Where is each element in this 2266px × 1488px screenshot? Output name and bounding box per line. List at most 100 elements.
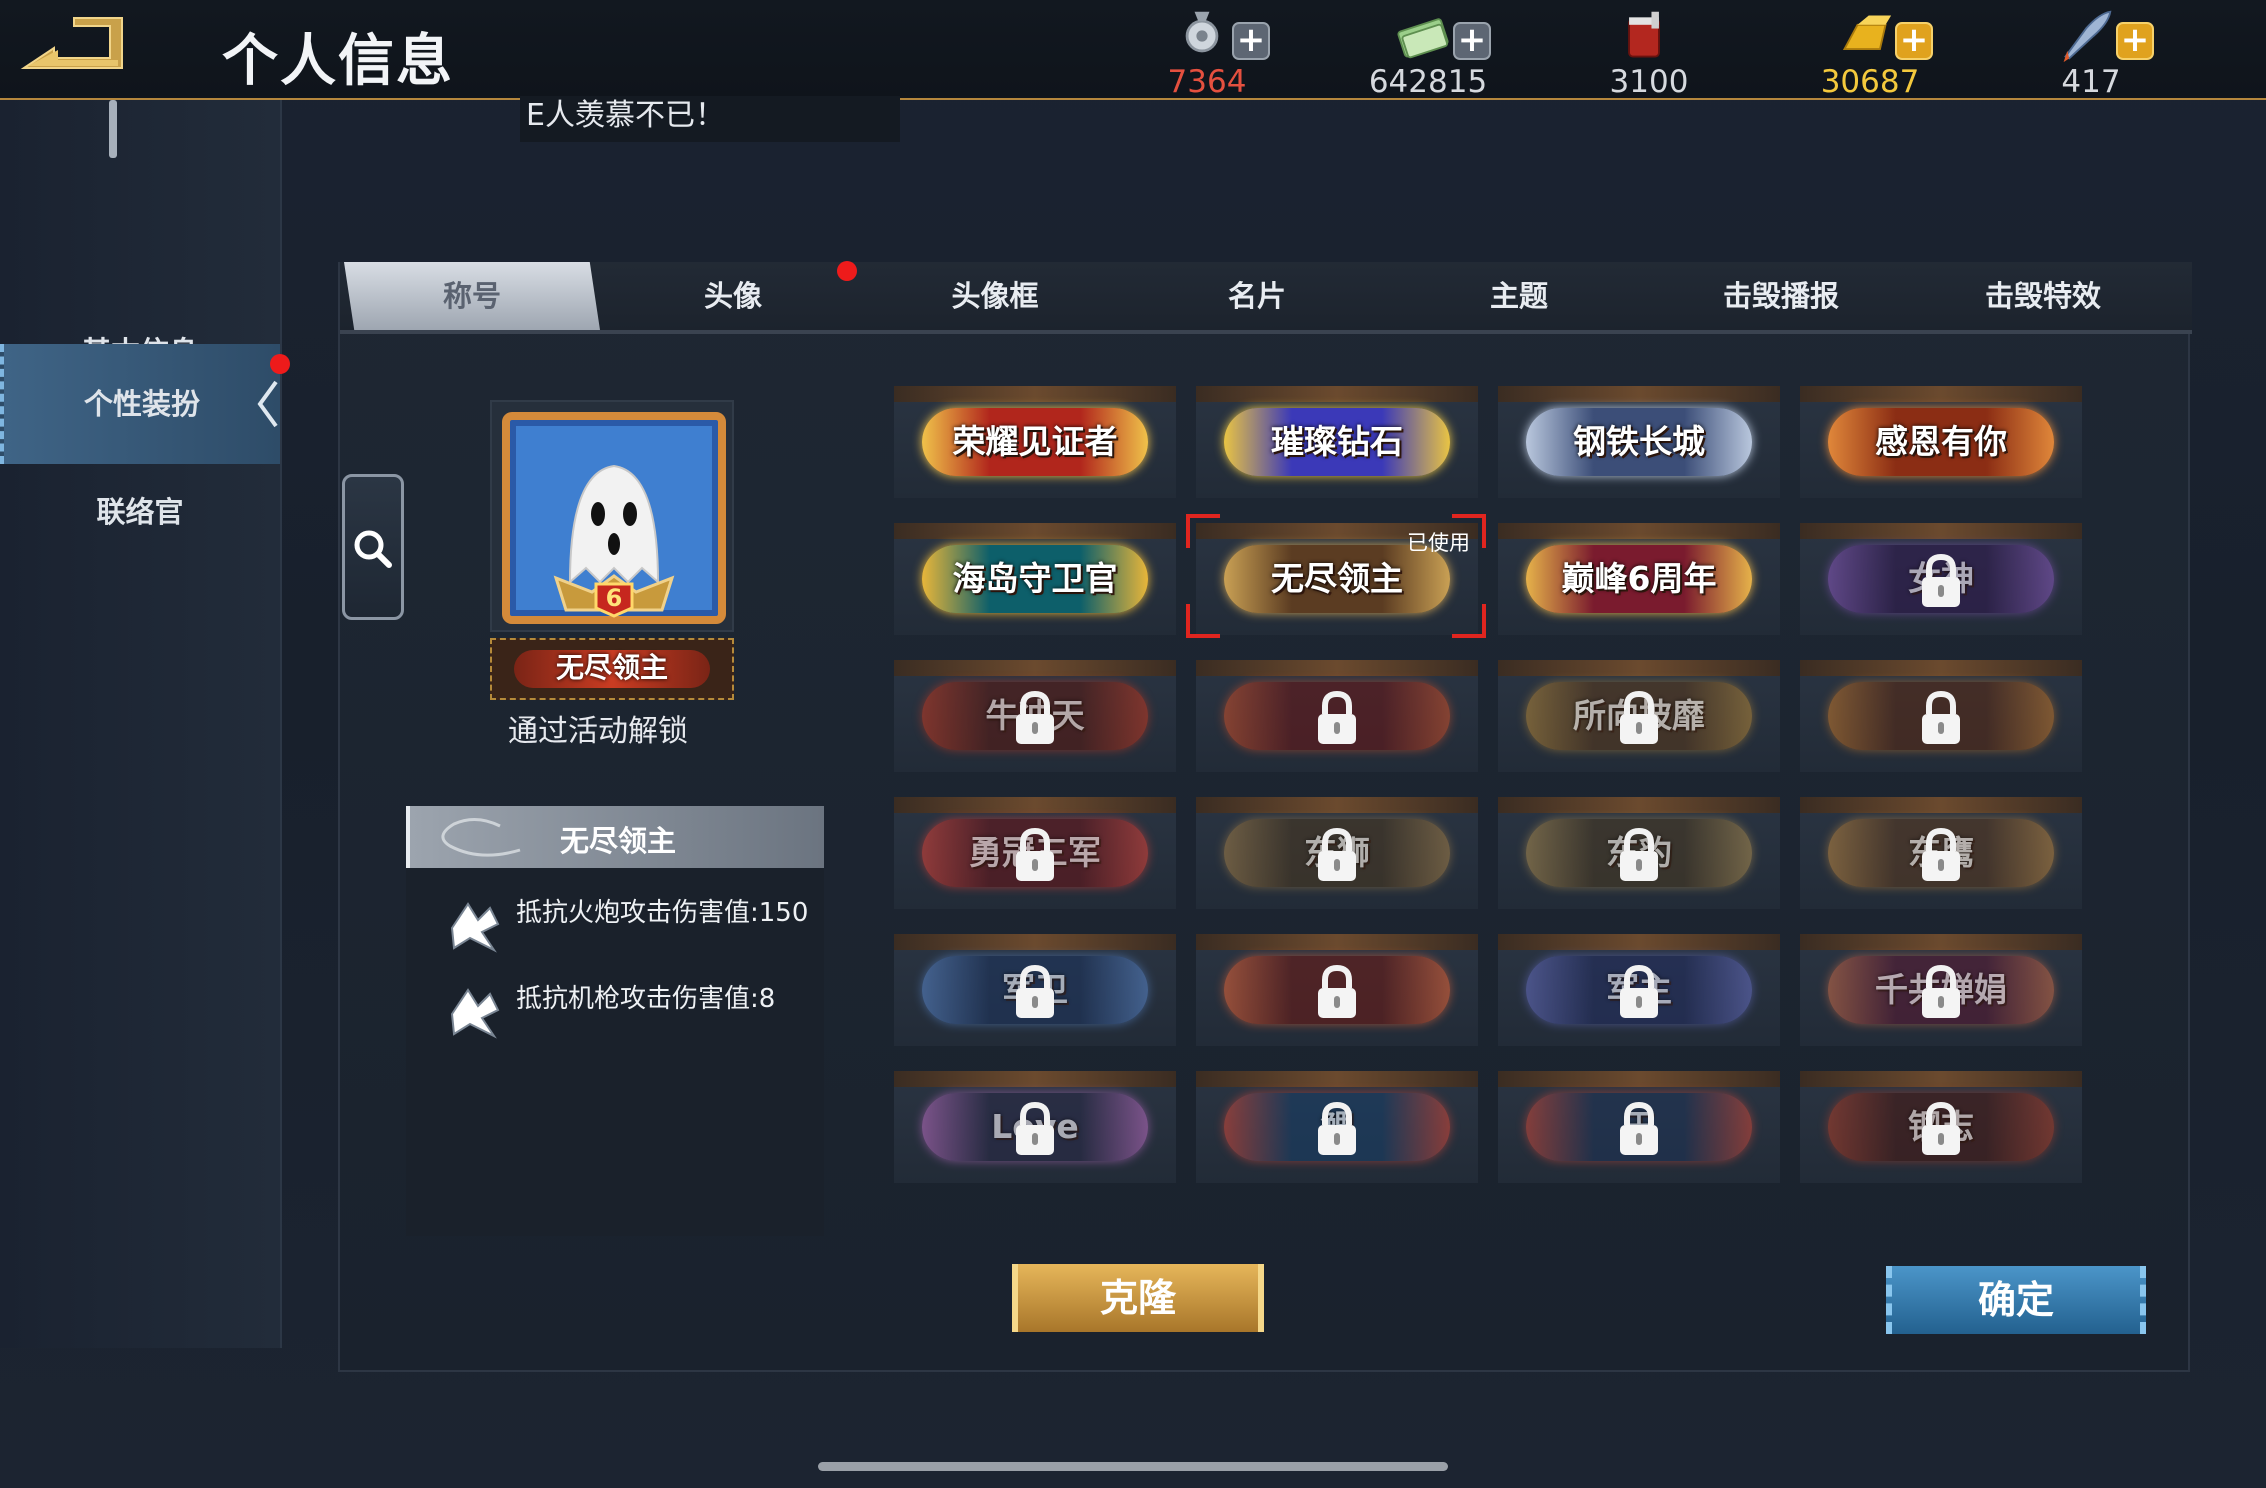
title-item[interactable]: 感恩有你 [1800,386,2082,498]
title-item[interactable]: 海岛守卫官 [894,523,1176,635]
title-item[interactable]: 钢志 [1800,1071,2082,1183]
title-item[interactable]: 千共婵娟 [1800,934,2082,1046]
home-indicator[interactable] [818,1462,1448,1471]
resource-value: 417 [2061,64,2121,100]
title-item[interactable]: 无尽领主 已使用 [1196,523,1478,635]
lock-icon [1318,690,1356,744]
rocket-icon [2063,10,2112,63]
lock-icon [1620,690,1658,744]
confirm-button[interactable]: 确定 [1886,1266,2146,1334]
tab-namecard[interactable]: 名片 [1126,262,1388,330]
title-item[interactable]: 东狮 [1196,797,1478,909]
title-item[interactable]: 军卫 [894,934,1176,1046]
title-item[interactable] [1196,660,1478,772]
lock-icon [1922,553,1960,607]
unlock-caption: 通过活动解锁 [508,714,688,749]
tab-kill-broadcast[interactable]: 击毁播报 [1650,262,1912,330]
add-resource-button[interactable]: + [1232,22,1270,60]
lock-icon [1922,827,1960,881]
top-bar: 个人信息 +7364 +642815 3100 +30687 +417 [0,0,2266,100]
equipped-title-badge: 无尽领主 [490,638,734,700]
cash-icon [1397,18,1449,59]
lock-icon [1620,1101,1658,1155]
resource-value: 7364 [1167,64,1247,100]
title-label: 感恩有你 [1875,422,2007,461]
title-item[interactable]: Love [894,1071,1176,1183]
back-arrow-icon [20,17,123,69]
resource-gold-bar: +30687 [1775,6,1975,100]
title-label: 海岛守卫官 [952,559,1118,598]
search-icon [354,530,392,568]
chevron-left-icon [257,380,278,428]
title-item[interactable]: 东豹 [1498,797,1780,909]
lock-icon [1922,690,1960,744]
add-resource-button[interactable]: + [1895,22,1933,60]
resource-cash: +642815 [1333,6,1533,100]
detail-header: 无尽领主 [406,806,824,868]
attribute-row: 抵抗机枪攻击伤害值:8 [448,986,808,1039]
lock-icon [1922,1101,1960,1155]
detail-title: 无尽领主 [560,824,677,858]
resource-value: 30687 [1820,64,1920,100]
title-item[interactable]: 钢铁长城 [1498,386,1780,498]
medal-icon [1185,11,1219,53]
title-item[interactable]: 王 [1498,1071,1780,1183]
avatar-preview: 6 [490,400,734,632]
tab-theme[interactable]: 主题 [1388,262,1650,330]
title-item[interactable] [1196,934,1478,1046]
notification-dot [837,261,857,281]
title-item[interactable]: 东鹰 [1800,797,2082,909]
lock-icon [1318,964,1356,1018]
tab-avatar[interactable]: 头像 [602,262,864,330]
title-label: 荣耀见证者 [952,422,1118,461]
title-item[interactable]: 军主 [1498,934,1780,1046]
add-resource-button[interactable]: + [1453,22,1491,60]
tab-title[interactable]: 称号 [344,262,600,330]
resource-value: 642815 [1368,64,1488,100]
lock-icon [1016,1101,1054,1155]
attribute-text: 抵抗机枪攻击伤害值:8 [516,984,776,1014]
title-item[interactable]: 所向披靡 [1498,660,1780,772]
title-detail-panel: 无尽领主 抵抗火炮攻击伤害值:150 抵抗机枪攻击伤害值:8 [406,806,824,1236]
tab-bar: 称号 头像 头像框 名片 主题 击毁播报 击毁特效 [340,262,2192,334]
sidebar-scroll-handle[interactable] [109,100,117,158]
resource-medal: +7364 [1112,6,1312,100]
title-item[interactable]: 鲤 [1196,1071,1478,1183]
defense-attribute-icon [450,988,500,1039]
marquee-text: E人羡慕不已！ [520,96,900,142]
title-item[interactable]: 勇冠三军 [894,797,1176,909]
lock-icon [1620,827,1658,881]
tab-kill-effect[interactable]: 击毁特效 [1912,262,2174,330]
title-item[interactable]: 荣耀见证者 [894,386,1176,498]
add-resource-button[interactable]: + [2116,22,2154,60]
sidebar-item-liaison[interactable]: 联络官 [0,452,280,572]
paint-bucket-icon [1628,11,1660,58]
title-item[interactable] [1800,660,2082,772]
lock-icon [1016,690,1054,744]
lock-icon [1318,827,1356,881]
resource-paint-bucket: 3100 [1554,6,1754,100]
gold-bar-icon [1842,15,1892,50]
lock-icon [1016,827,1054,881]
resource-rocket: +417 [1996,6,2196,100]
tab-avatar-frame[interactable]: 头像框 [864,262,1126,330]
title-label: 钢铁长城 [1573,422,1705,461]
sidebar-item-customization[interactable]: 个性装扮 [0,344,280,464]
sidebar-item-label: 个性装扮 [83,387,200,421]
lock-icon [1318,1101,1356,1155]
attribute-text: 抵抗火炮攻击伤害值:150 [516,898,809,928]
sidebar: 基本信息 个性装扮 联络官 [0,100,290,1348]
swirl-decoration-icon [441,818,521,857]
title-label: 璀璨钻石 [1271,422,1403,461]
avatar-level: 6 [605,584,623,612]
title-label: 巅峰6周年 [1561,559,1717,598]
title-item[interactable]: 女神 [1800,523,2082,635]
resource-value: 3100 [1609,64,1689,100]
title-item[interactable]: 璀璨钻石 [1196,386,1478,498]
lock-icon [1922,964,1960,1018]
title-item[interactable]: 巅峰6周年 [1498,523,1780,635]
back-button[interactable] [18,14,130,74]
clone-button[interactable]: 克隆 [1012,1264,1264,1332]
search-button[interactable] [342,474,404,620]
title-item[interactable]: 牛冲天 [894,660,1176,772]
